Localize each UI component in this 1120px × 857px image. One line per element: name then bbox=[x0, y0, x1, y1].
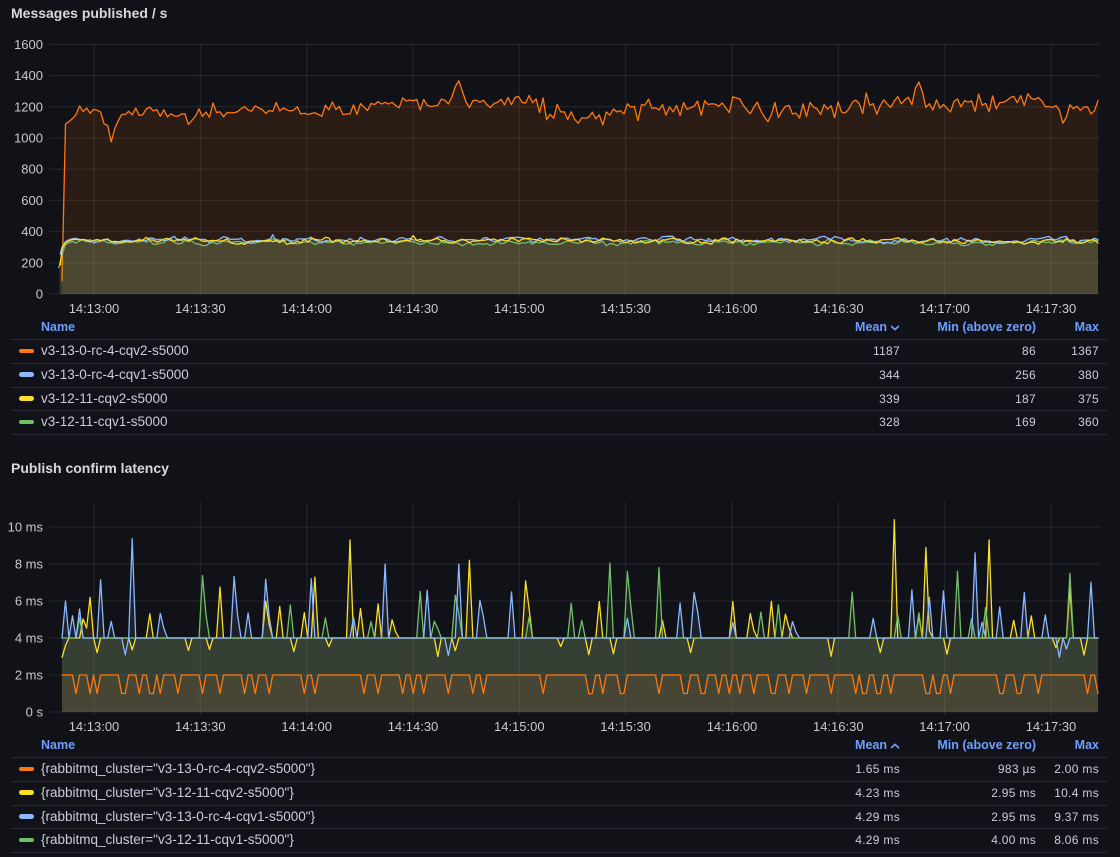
svg-text:1000: 1000 bbox=[14, 131, 43, 146]
svg-text:14:17:30: 14:17:30 bbox=[1026, 301, 1077, 316]
svg-text:0: 0 bbox=[36, 287, 43, 302]
svg-text:4 ms: 4 ms bbox=[15, 631, 44, 646]
svg-text:1200: 1200 bbox=[14, 99, 43, 114]
svg-text:1400: 1400 bbox=[14, 68, 43, 83]
svg-text:14:15:30: 14:15:30 bbox=[600, 719, 651, 734]
svg-text:14:16:30: 14:16:30 bbox=[813, 719, 864, 734]
svg-text:14:16:30: 14:16:30 bbox=[813, 301, 864, 316]
svg-text:2 ms: 2 ms bbox=[15, 668, 44, 683]
svg-text:8 ms: 8 ms bbox=[15, 557, 44, 572]
svg-text:14:14:00: 14:14:00 bbox=[281, 719, 332, 734]
svg-text:200: 200 bbox=[21, 255, 43, 270]
svg-text:14:14:00: 14:14:00 bbox=[281, 301, 332, 316]
svg-text:10 ms: 10 ms bbox=[8, 520, 44, 535]
svg-text:800: 800 bbox=[21, 162, 43, 177]
svg-text:14:15:30: 14:15:30 bbox=[600, 301, 651, 316]
svg-text:14:14:30: 14:14:30 bbox=[388, 719, 439, 734]
svg-text:14:14:30: 14:14:30 bbox=[388, 301, 439, 316]
svg-text:14:13:00: 14:13:00 bbox=[69, 719, 120, 734]
svg-text:600: 600 bbox=[21, 193, 43, 208]
svg-text:14:13:30: 14:13:30 bbox=[175, 301, 226, 316]
svg-text:6 ms: 6 ms bbox=[15, 594, 44, 609]
svg-text:1600: 1600 bbox=[14, 37, 43, 52]
svg-text:14:13:30: 14:13:30 bbox=[175, 719, 226, 734]
svg-text:14:15:00: 14:15:00 bbox=[494, 301, 545, 316]
svg-text:14:17:00: 14:17:00 bbox=[919, 301, 970, 316]
svg-text:400: 400 bbox=[21, 224, 43, 239]
svg-text:14:16:00: 14:16:00 bbox=[707, 719, 758, 734]
svg-text:14:17:00: 14:17:00 bbox=[919, 719, 970, 734]
svg-text:14:15:00: 14:15:00 bbox=[494, 719, 545, 734]
svg-text:14:17:30: 14:17:30 bbox=[1026, 719, 1077, 734]
svg-text:0 s: 0 s bbox=[26, 705, 44, 720]
svg-text:14:16:00: 14:16:00 bbox=[707, 301, 758, 316]
svg-text:14:13:00: 14:13:00 bbox=[69, 301, 120, 316]
